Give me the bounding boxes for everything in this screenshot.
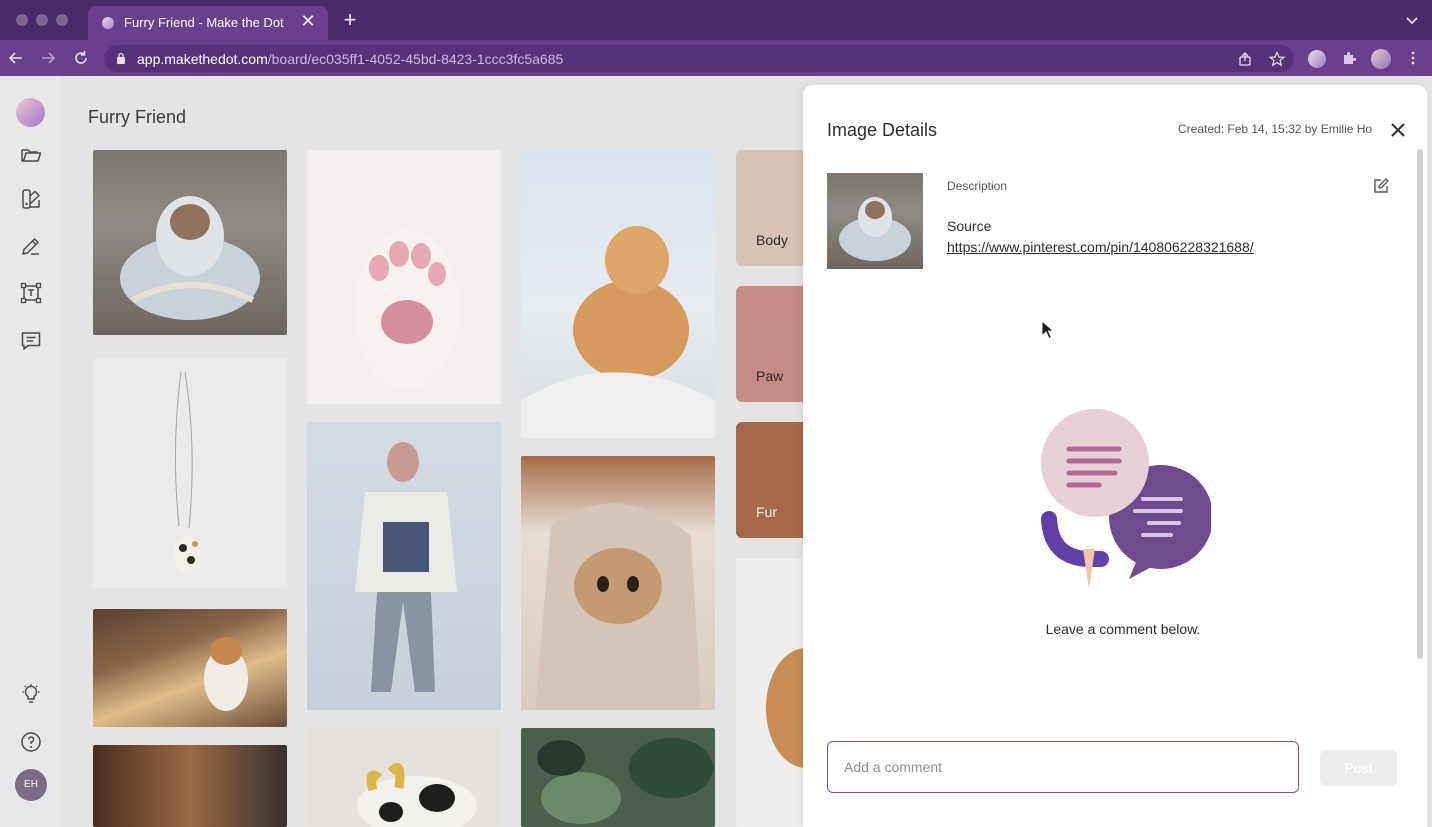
text-frame-icon[interactable] <box>19 281 43 305</box>
close-icon[interactable] <box>1387 119 1409 141</box>
description-label: Description <box>947 179 1008 193</box>
source-label: Source <box>947 218 992 234</box>
edit-icon[interactable] <box>1372 177 1390 195</box>
board-image-blur[interactable] <box>93 745 287 827</box>
reload-icon[interactable] <box>71 48 91 68</box>
swatch-label-body: Body <box>756 232 788 248</box>
board-image-fashion[interactable] <box>307 422 501 710</box>
board-image-cat-necklace[interactable] <box>93 358 287 588</box>
board-image-cat-sunlight[interactable] <box>93 609 287 727</box>
source-link[interactable]: https://www.pinterest.com/pin/1408062283… <box>947 239 1254 255</box>
post-button[interactable]: Post <box>1320 750 1397 786</box>
pencil-icon[interactable] <box>19 234 43 258</box>
app-logo[interactable] <box>16 98 45 127</box>
board-image-plant[interactable] <box>521 728 715 827</box>
address-bar[interactable]: app.makethedot.com/board/ec035ff1-4052-4… <box>104 45 1294 72</box>
share-icon[interactable] <box>1237 51 1253 67</box>
swatch-label-paw: Paw <box>756 368 784 384</box>
image-details-panel: Image Details Created: Feb 14, 15:32 by … <box>803 85 1427 827</box>
forward-arrow-icon[interactable] <box>38 48 58 68</box>
bookmark-star-icon[interactable] <box>1269 51 1285 67</box>
browser-tab-active[interactable]: Furry Friend - Make the Dot ✕ <box>88 6 328 40</box>
tab-search-chevron-icon[interactable] <box>1404 12 1420 28</box>
board-title: Furry Friend <box>88 107 187 127</box>
board-image-cat-looking-up[interactable] <box>521 150 715 438</box>
image-thumbnail[interactable] <box>827 173 923 269</box>
window-minimize-dot[interactable] <box>36 14 48 26</box>
url-host: app.makethedot.com <box>137 51 268 67</box>
sidebar: EH <box>0 76 60 827</box>
window-close-dot[interactable] <box>16 14 28 26</box>
user-avatar[interactable]: EH <box>15 769 47 801</box>
panel-scrollbar[interactable] <box>1417 149 1423 659</box>
browser-menu-kebab-icon[interactable] <box>1405 50 1421 66</box>
browser-toolbar: app.makethedot.com/board/ec035ff1-4052-4… <box>0 40 1432 76</box>
comments-empty-illustration <box>1041 409 1211 589</box>
panel-title: Image Details <box>827 120 938 140</box>
board-image-cow-toy[interactable] <box>307 728 501 827</box>
palette-icon[interactable] <box>19 187 43 211</box>
browser-tabstrip: Furry Friend - Make the Dot ✕ + <box>0 0 1432 40</box>
tab-title: Furry Friend - Make the Dot <box>124 15 284 30</box>
url-text: app.makethedot.com/board/ec035ff1-4052-4… <box>137 51 563 67</box>
empty-comments-text: Leave a comment below. <box>1045 621 1201 637</box>
tab-close-icon[interactable]: ✕ <box>298 11 318 31</box>
new-tab-button[interactable]: + <box>340 9 360 31</box>
url-path: /board/ec035ff1-4052-45bd-8423-1ccc3fc5a… <box>267 51 564 67</box>
window-zoom-dot[interactable] <box>56 14 68 26</box>
favicon-icon <box>102 17 114 29</box>
help-icon[interactable] <box>19 730 43 754</box>
created-meta: Created: Feb 14, 15:32 by Emilie Ho <box>1178 122 1373 136</box>
back-arrow-icon[interactable] <box>6 48 26 68</box>
mouse-cursor-icon <box>1041 320 1055 340</box>
board-image-cat-blanket[interactable] <box>93 150 287 335</box>
lock-icon[interactable] <box>116 52 126 64</box>
folder-icon[interactable] <box>19 143 43 167</box>
board-image-paw[interactable] <box>307 150 501 404</box>
extension-makethedot-icon[interactable] <box>1308 50 1326 68</box>
comment-icon[interactable] <box>19 329 43 353</box>
app-root: EH Furry Friend Body Paw Fur Image Detai… <box>0 76 1432 827</box>
comment-input[interactable] <box>827 741 1299 793</box>
lightbulb-icon[interactable] <box>19 682 43 706</box>
swatch-label-fur: Fur <box>756 504 777 520</box>
board-image-cat-wrapped[interactable] <box>521 456 715 710</box>
profile-avatar[interactable] <box>1371 49 1391 69</box>
extensions-puzzle-icon[interactable] <box>1341 50 1357 66</box>
